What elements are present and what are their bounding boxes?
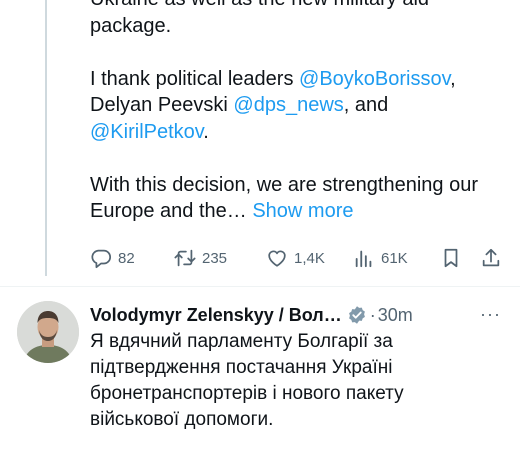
repost-count: 235 bbox=[202, 249, 228, 267]
tweet-text-line: військової допомоги. bbox=[90, 409, 274, 430]
reply-button[interactable]: 82 bbox=[90, 247, 135, 269]
tweet-text-line: Delyan Peevski @dps_news, and bbox=[90, 92, 510, 119]
bookmark-icon bbox=[444, 248, 458, 268]
avatar[interactable] bbox=[17, 301, 79, 363]
tweet-text-segment: , bbox=[450, 67, 456, 90]
separator-dot: · bbox=[369, 304, 376, 325]
tweet-text-line: Ukraine as well as the new military aid bbox=[90, 0, 510, 13]
repost-button[interactable]: 235 bbox=[174, 247, 227, 269]
reply-icon bbox=[91, 249, 112, 269]
more-options-button[interactable]: ··· bbox=[480, 304, 501, 325]
tweet-header: Volodymyr Zelenskyy / Вол… · 30m bbox=[90, 302, 413, 328]
tweet-text-line: I thank political leaders @BoykoBorissov… bbox=[90, 66, 510, 93]
show-more-link[interactable]: Show more bbox=[252, 200, 353, 222]
like-icon bbox=[268, 250, 286, 267]
share-icon bbox=[482, 248, 500, 267]
tweet-text-line: бронетранспортерів і нового пакету bbox=[90, 383, 404, 404]
views-button[interactable]: 61K bbox=[353, 247, 408, 269]
tweet-divider bbox=[0, 286, 520, 287]
bookmark-button[interactable] bbox=[440, 247, 462, 269]
tweet-text-line: підтвердження постачання Україні bbox=[90, 357, 393, 378]
like-count: 1,4K bbox=[294, 249, 325, 267]
tweet-text-line: @KirilPetkov. bbox=[90, 119, 510, 146]
views-count: 61K bbox=[381, 249, 408, 267]
tweet-action-bar: 82 235 1,4K 61K bbox=[88, 247, 508, 273]
tweet-text-segment: I thank political leaders bbox=[90, 67, 300, 90]
tweet-text-line: Europe and the… Show more bbox=[90, 198, 510, 225]
mention-link-kirilpetkov[interactable]: @KirilPetkov bbox=[90, 121, 203, 143]
tweet-timestamp[interactable]: 30m bbox=[378, 305, 413, 326]
like-button[interactable]: 1,4K bbox=[266, 247, 325, 269]
mention-link-boykoborissov[interactable]: @BoykoBorissov bbox=[299, 68, 450, 90]
tweet-text-segment: , and bbox=[343, 94, 389, 116]
share-button[interactable] bbox=[480, 247, 502, 269]
avatar-image bbox=[17, 301, 79, 363]
tweet-text-line: package. bbox=[90, 14, 172, 37]
tweet-text-line: With this decision, we are strengthening… bbox=[90, 173, 478, 196]
mention-link-dps-news[interactable]: @dps_news bbox=[233, 94, 343, 116]
tweet-text-segment: Delyan Peevski bbox=[90, 94, 234, 116]
tweet-text: Я вдячний парламенту Болгарії за підтвер… bbox=[90, 329, 500, 433]
tweet-text-line: Я вдячний парламенту Болгарії за bbox=[90, 331, 393, 352]
thread-connector-line bbox=[45, 0, 47, 276]
repost-icon bbox=[174, 249, 196, 267]
views-icon bbox=[355, 250, 372, 268]
tweet-text: Ukraine as well as the new military aid … bbox=[90, 0, 510, 225]
author-name[interactable]: Volodymyr Zelenskyy / Вол… bbox=[90, 305, 342, 326]
reply-count: 82 bbox=[118, 249, 135, 267]
tweet-text-segment: Europe and the… bbox=[90, 200, 253, 222]
tweet-text-segment: . bbox=[203, 120, 209, 143]
verified-badge-icon bbox=[348, 306, 365, 324]
